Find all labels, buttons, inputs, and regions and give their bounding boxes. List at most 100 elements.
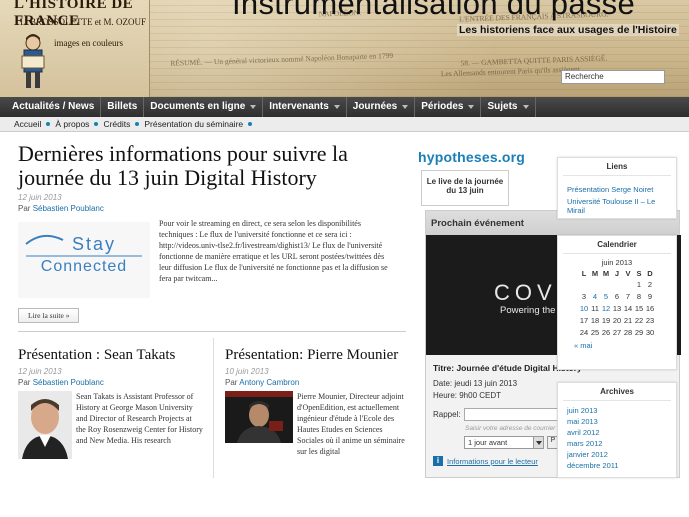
calendar-widget: Calendrier juin 2013 LMMJVSD 1 2 3 4 5 6 7 8 9 10… xyxy=(557,235,677,370)
post-author-link[interactable]: Sébastien Poublanc xyxy=(33,204,104,213)
search-input[interactable]: Recherche xyxy=(561,70,665,84)
divider xyxy=(18,331,406,332)
widget-title: Liens xyxy=(563,158,671,176)
main-nav: Actualités / News Billets Documents en l… xyxy=(0,97,689,117)
email-hint: Saisir votre adresse de courrier xyxy=(465,425,556,432)
calendar-day[interactable]: 5 xyxy=(601,290,612,302)
post-body: Pierre Mounier, Directeur adjoint d'Open… xyxy=(225,391,410,457)
calendar-grid: LMMJVSD 1 2 3 4 5 6 7 8 9 10 11 12 13 14 15 16 17 18 19 20 2… xyxy=(579,269,656,338)
live-box[interactable]: Le live de la journée du 13 juin xyxy=(421,170,509,206)
archive-link[interactable]: janvier 2012 xyxy=(567,449,667,460)
calendar-day: 14 xyxy=(623,303,633,313)
archive-link[interactable]: mai 2013 xyxy=(567,416,667,427)
book-authors: L. BROSSOLETTE et M. OZOUF xyxy=(20,17,146,27)
calendar-week: 3456789 xyxy=(579,290,656,302)
post-body: Sean Takats is Assistant Professor of Hi… xyxy=(18,391,203,459)
nav-item-documents[interactable]: Documents en ligne xyxy=(144,97,264,117)
archive-link[interactable]: avril 2012 xyxy=(567,427,667,438)
calendar-day: 19 xyxy=(601,315,611,325)
archive-link[interactable]: mars 2012 xyxy=(567,438,667,449)
calendar-day: 20 xyxy=(612,315,622,325)
nav-item-periodes[interactable]: Périodes xyxy=(415,97,482,117)
calendar-week: 24 25 26 27 28 29 30 xyxy=(579,326,656,338)
calendar-prev-month-link[interactable]: « mai xyxy=(574,341,676,350)
post-featured: Dernières informations pour suivre la jo… xyxy=(18,142,406,323)
calendar-day[interactable]: 4 xyxy=(590,290,601,302)
bullet-icon xyxy=(94,122,99,126)
subnav-item-apropos[interactable]: À propos xyxy=(55,119,89,129)
book-cover: L'HISTOIRE DE FRANCE L. BROSSOLETTE et M… xyxy=(0,0,150,97)
widget-title: Calendrier xyxy=(563,236,671,254)
calendar-day: 28 xyxy=(623,327,633,337)
link-universite-toulouse[interactable]: Université Toulouse II – Le Mirail xyxy=(567,197,667,215)
reminder-delay-select[interactable]: 1 jour avant xyxy=(464,436,544,449)
reader-info-link[interactable]: i Informations pour le lecteur xyxy=(433,456,538,466)
calendar-day xyxy=(590,278,601,290)
main-content: Dernières informations pour suivre la jo… xyxy=(18,142,406,478)
calendar-month: juin 2013 xyxy=(601,258,633,267)
hypotheses-logo[interactable]: hypotheses.org xyxy=(418,149,525,165)
calendar-day: 15 xyxy=(634,303,644,313)
link-serge-noiret[interactable]: Présentation Serge Noiret xyxy=(567,185,667,194)
event-image-brand: COV xyxy=(494,280,557,305)
calendar-day: 9 xyxy=(647,291,653,301)
chevron-down-icon xyxy=(250,105,257,109)
post-author-link[interactable]: Antony Cambron xyxy=(239,378,299,387)
divider xyxy=(213,338,214,478)
calendar-day: 24 xyxy=(579,327,589,337)
calendar-day: 8 xyxy=(636,291,642,301)
email-field[interactable] xyxy=(464,408,559,421)
calendar-day: 29 xyxy=(634,327,644,337)
archive-link[interactable]: juin 2013 xyxy=(567,405,667,416)
post-byline: Par Sébastien Poublanc xyxy=(18,378,104,387)
calendar-weekday: M xyxy=(591,269,599,278)
post-author-link[interactable]: Sébastien Poublanc xyxy=(33,378,104,387)
calendar-day xyxy=(623,278,634,290)
post-title[interactable]: Dernières informations pour suivre la jo… xyxy=(18,142,406,190)
calendar-day: 27 xyxy=(612,327,622,337)
calendar-day: 1 xyxy=(636,279,642,289)
calendar-day: 18 xyxy=(590,315,600,325)
calendar-day xyxy=(601,278,612,290)
post-sean-takats: Présentation : Sean Takats 12 juin 2013 … xyxy=(18,346,203,459)
calendar-day: 6 xyxy=(614,291,620,301)
book-images-text: images en couleurs xyxy=(54,38,123,48)
calendar-day: 16 xyxy=(645,303,655,313)
bullet-icon xyxy=(46,122,51,126)
subnav-item-credits[interactable]: Crédits xyxy=(103,119,130,129)
chevron-down-icon xyxy=(522,105,529,109)
site-title[interactable]: Instrumentalisation du passé xyxy=(232,0,635,22)
calendar-weekday: M xyxy=(602,269,610,278)
chevron-down-icon xyxy=(402,105,409,109)
nav-item-journees[interactable]: Journées xyxy=(347,97,416,117)
calendar-day: 21 xyxy=(623,315,633,325)
site-subtitle: Les historiens face aux usages de l'Hist… xyxy=(457,24,679,36)
links-widget: Liens Présentation Serge Noiret Universi… xyxy=(557,157,677,219)
calendar-day: 2 xyxy=(647,279,653,289)
subnav-item-seminaire[interactable]: Présentation du séminaire xyxy=(144,119,243,129)
archive-link[interactable]: décembre 2011 xyxy=(567,460,667,471)
calendar-day[interactable]: 12 xyxy=(601,302,612,314)
calendar-day: 3 xyxy=(581,291,587,301)
calendar-day: 7 xyxy=(625,291,631,301)
post-title[interactable]: Présentation: Pierre Mounier xyxy=(225,346,410,364)
nav-item-billets[interactable]: Billets xyxy=(101,97,145,117)
read-more-button[interactable]: Lire la suite » xyxy=(18,308,80,323)
nav-item-intervenants[interactable]: Intervenants xyxy=(263,97,347,117)
calendar-day: 11 xyxy=(591,303,599,313)
nav-item-sujets[interactable]: Sujets xyxy=(481,97,536,117)
nav-item-news[interactable]: Actualités / News xyxy=(6,97,102,117)
calendar-day[interactable]: 10 xyxy=(579,302,590,314)
calendar-weekday: V xyxy=(625,269,631,278)
event-image-tagline: Powering the xyxy=(500,305,556,316)
calendar-day xyxy=(579,278,590,290)
calendar-day: 17 xyxy=(579,315,589,325)
subnav-item-accueil[interactable]: Accueil xyxy=(14,119,41,129)
post-body: Stay Connected Pour voir le streaming en… xyxy=(18,218,406,298)
stay-connected-logo: Stay Connected xyxy=(18,222,150,298)
calendar-day: 30 xyxy=(645,327,655,337)
calendar-day: 22 xyxy=(634,315,644,325)
post-title[interactable]: Présentation : Sean Takats xyxy=(18,346,203,364)
calendar-day: 23 xyxy=(645,315,655,325)
calendar-weekday: S xyxy=(636,269,642,278)
